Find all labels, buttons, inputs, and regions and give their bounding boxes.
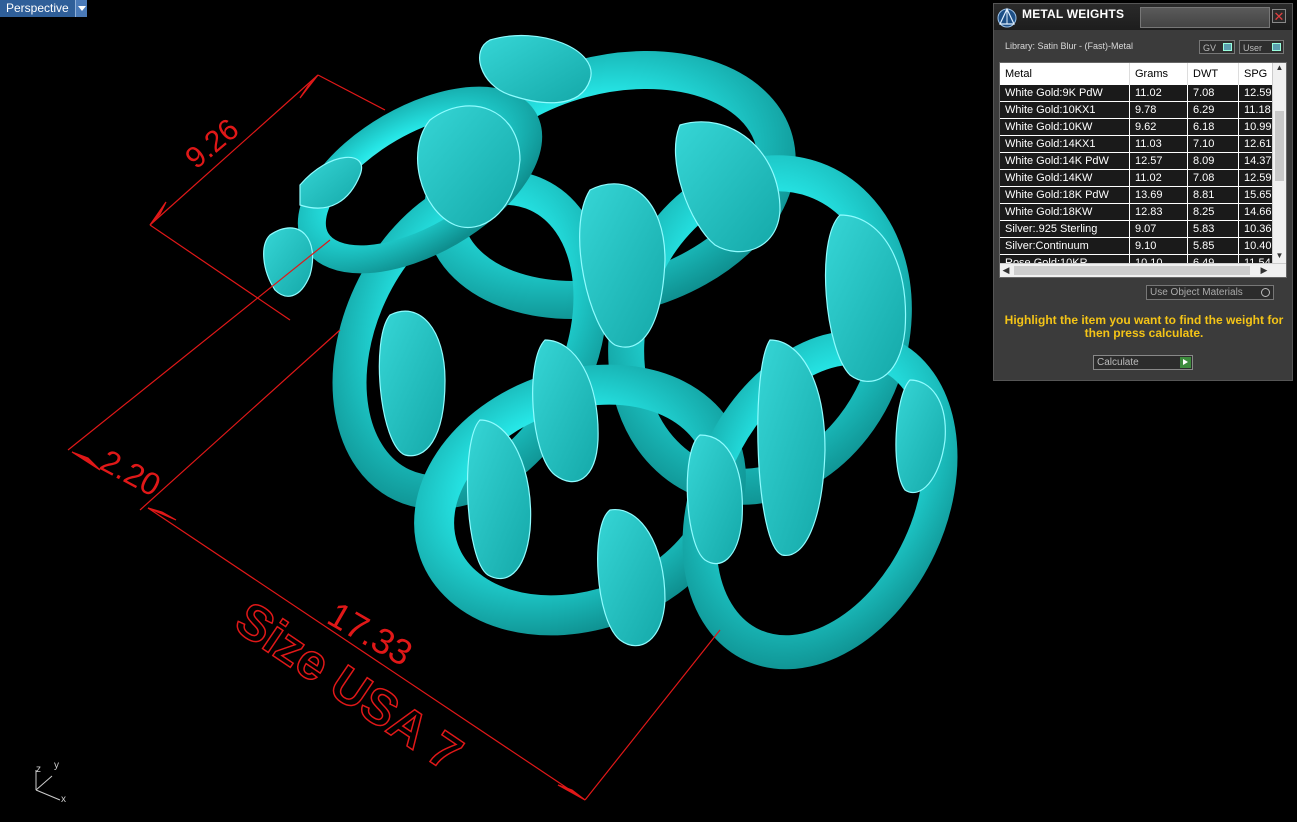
panel-title: METAL WEIGHTS xyxy=(1022,7,1125,21)
table-row[interactable]: White Gold:10KX1 9.78 6.29 11.18 xyxy=(1000,101,1285,119)
table-cell: 7.08 xyxy=(1187,169,1239,187)
table-cell: 5.83 xyxy=(1187,220,1239,238)
table-cell: 8.09 xyxy=(1187,152,1239,170)
table-cell: 8.25 xyxy=(1187,203,1239,221)
scroll-up-icon[interactable]: ▲ xyxy=(1273,63,1286,75)
horizontal-scrollbar[interactable]: ◀ ▶ xyxy=(1000,263,1286,277)
app-logo-icon xyxy=(997,7,1017,28)
gv-toggle-label: GV xyxy=(1203,43,1217,53)
table-row[interactable]: Silver:.925 Sterling 9.07 5.83 10.36 xyxy=(1000,220,1285,238)
table-cell: 12.83 xyxy=(1129,203,1188,221)
table-cell: 5.85 xyxy=(1187,237,1239,255)
viewport-title-tab[interactable]: Perspective xyxy=(0,0,87,17)
radio-icon[interactable] xyxy=(1261,288,1270,297)
table-cell: 7.08 xyxy=(1187,85,1239,102)
panel-titlebar[interactable]: METAL WEIGHTS ✕ xyxy=(994,4,1292,30)
table-cell: 11.02 xyxy=(1129,85,1188,102)
titlebar-drag-area[interactable] xyxy=(1140,7,1270,28)
table-row[interactable]: White Gold:10KW 9.62 6.18 10.99 xyxy=(1000,118,1285,136)
table-cell: 9.62 xyxy=(1129,118,1188,136)
table-cell: White Gold:14KX1 xyxy=(1000,135,1130,153)
table-cell: White Gold:18K PdW xyxy=(1000,186,1130,204)
table-cell: 8.81 xyxy=(1187,186,1239,204)
play-arrow-icon[interactable] xyxy=(1180,357,1191,368)
table-cell: 11.02 xyxy=(1129,169,1188,187)
library-label: Library: Satin Blur - (Fast)-Metal xyxy=(1005,41,1134,51)
table-row[interactable]: White Gold:14KW 11.02 7.08 12.59 xyxy=(1000,169,1285,187)
table-cell: Silver:Continuum xyxy=(1000,237,1130,255)
use-object-materials-label: Use Object Materials xyxy=(1150,287,1243,298)
table-cell: 7.10 xyxy=(1187,135,1239,153)
table-cell: 11.03 xyxy=(1129,135,1188,153)
dimension-d1-label: 9.26 xyxy=(179,113,245,176)
table-row[interactable]: White Gold:14KX1 11.03 7.10 12.61 xyxy=(1000,135,1285,153)
metal-table[interactable]: Metal Grams DWT SPG White Gold:9K PdW 11.… xyxy=(999,62,1287,278)
table-cell: White Gold:9K PdW xyxy=(1000,85,1130,102)
viewport-name[interactable]: Perspective xyxy=(0,0,75,17)
table-cell: 12.57 xyxy=(1129,152,1188,170)
table-cell: 9.78 xyxy=(1129,101,1188,119)
axis-x-label: x xyxy=(61,794,66,805)
table-cell: 6.29 xyxy=(1187,101,1239,119)
table-row[interactable]: White Gold:14K PdW 12.57 8.09 14.37 xyxy=(1000,152,1285,170)
user-toggle[interactable]: User xyxy=(1239,40,1284,54)
column-header-dwt[interactable]: DWT xyxy=(1187,63,1239,85)
use-object-materials-option[interactable]: Use Object Materials xyxy=(1146,285,1274,300)
column-header-grams[interactable]: Grams xyxy=(1129,63,1188,85)
table-cell: White Gold:14KW xyxy=(1000,169,1130,187)
table-cell: 9.07 xyxy=(1129,220,1188,238)
calculate-button[interactable]: Calculate xyxy=(1093,355,1193,370)
column-header-metal[interactable]: Metal xyxy=(1000,63,1130,85)
close-icon[interactable]: ✕ xyxy=(1272,9,1286,23)
scroll-right-icon[interactable]: ▶ xyxy=(1258,264,1270,277)
scroll-down-icon[interactable]: ▼ xyxy=(1273,251,1286,263)
table-cell: White Gold:10KX1 xyxy=(1000,101,1130,119)
instruction-text: Highlight the item you want to find the … xyxy=(1004,313,1284,340)
table-row[interactable]: White Gold:9K PdW 11.02 7.08 12.59 xyxy=(1000,85,1285,102)
table-cell: White Gold:18KW xyxy=(1000,203,1130,221)
table-cell: 6.18 xyxy=(1187,118,1239,136)
toggle-knob-icon xyxy=(1272,43,1281,51)
table-header-row: Metal Grams DWT SPG xyxy=(1000,63,1285,85)
horizontal-scroll-thumb[interactable] xyxy=(1014,266,1250,275)
table-row[interactable]: White Gold:18K PdW 13.69 8.81 15.65 xyxy=(1000,186,1285,204)
axis-gizmo: z y x xyxy=(26,760,76,810)
gv-toggle[interactable]: GV xyxy=(1199,40,1235,54)
metal-weights-panel: METAL WEIGHTS ✕ Library: Satin Blur - (F… xyxy=(993,3,1293,381)
table-row[interactable]: Silver:Continuum 9.10 5.85 10.40 xyxy=(1000,237,1285,255)
table-cell: Silver:.925 Sterling xyxy=(1000,220,1130,238)
axis-icon xyxy=(35,770,61,801)
dimension-d2-label: 2.20 xyxy=(95,442,167,503)
axis-z-label: z xyxy=(36,764,41,775)
ring-model xyxy=(263,34,958,670)
table-cell: 13.69 xyxy=(1129,186,1188,204)
table-cell: White Gold:10KW xyxy=(1000,118,1130,136)
chevron-down-icon[interactable] xyxy=(74,0,87,17)
table-row[interactable]: White Gold:18KW 12.83 8.25 14.66 xyxy=(1000,203,1285,221)
table-cell: White Gold:14K PdW xyxy=(1000,152,1130,170)
vertical-scroll-thumb[interactable] xyxy=(1275,111,1284,181)
calculate-label: Calculate xyxy=(1097,357,1139,368)
user-toggle-label: User xyxy=(1243,43,1263,53)
axis-y-label: y xyxy=(54,760,59,771)
vertical-scrollbar[interactable]: ▲ ▼ xyxy=(1272,63,1286,263)
scroll-left-icon[interactable]: ◀ xyxy=(1000,264,1012,277)
toggle-knob-icon xyxy=(1223,43,1232,51)
table-cell: 9.10 xyxy=(1129,237,1188,255)
